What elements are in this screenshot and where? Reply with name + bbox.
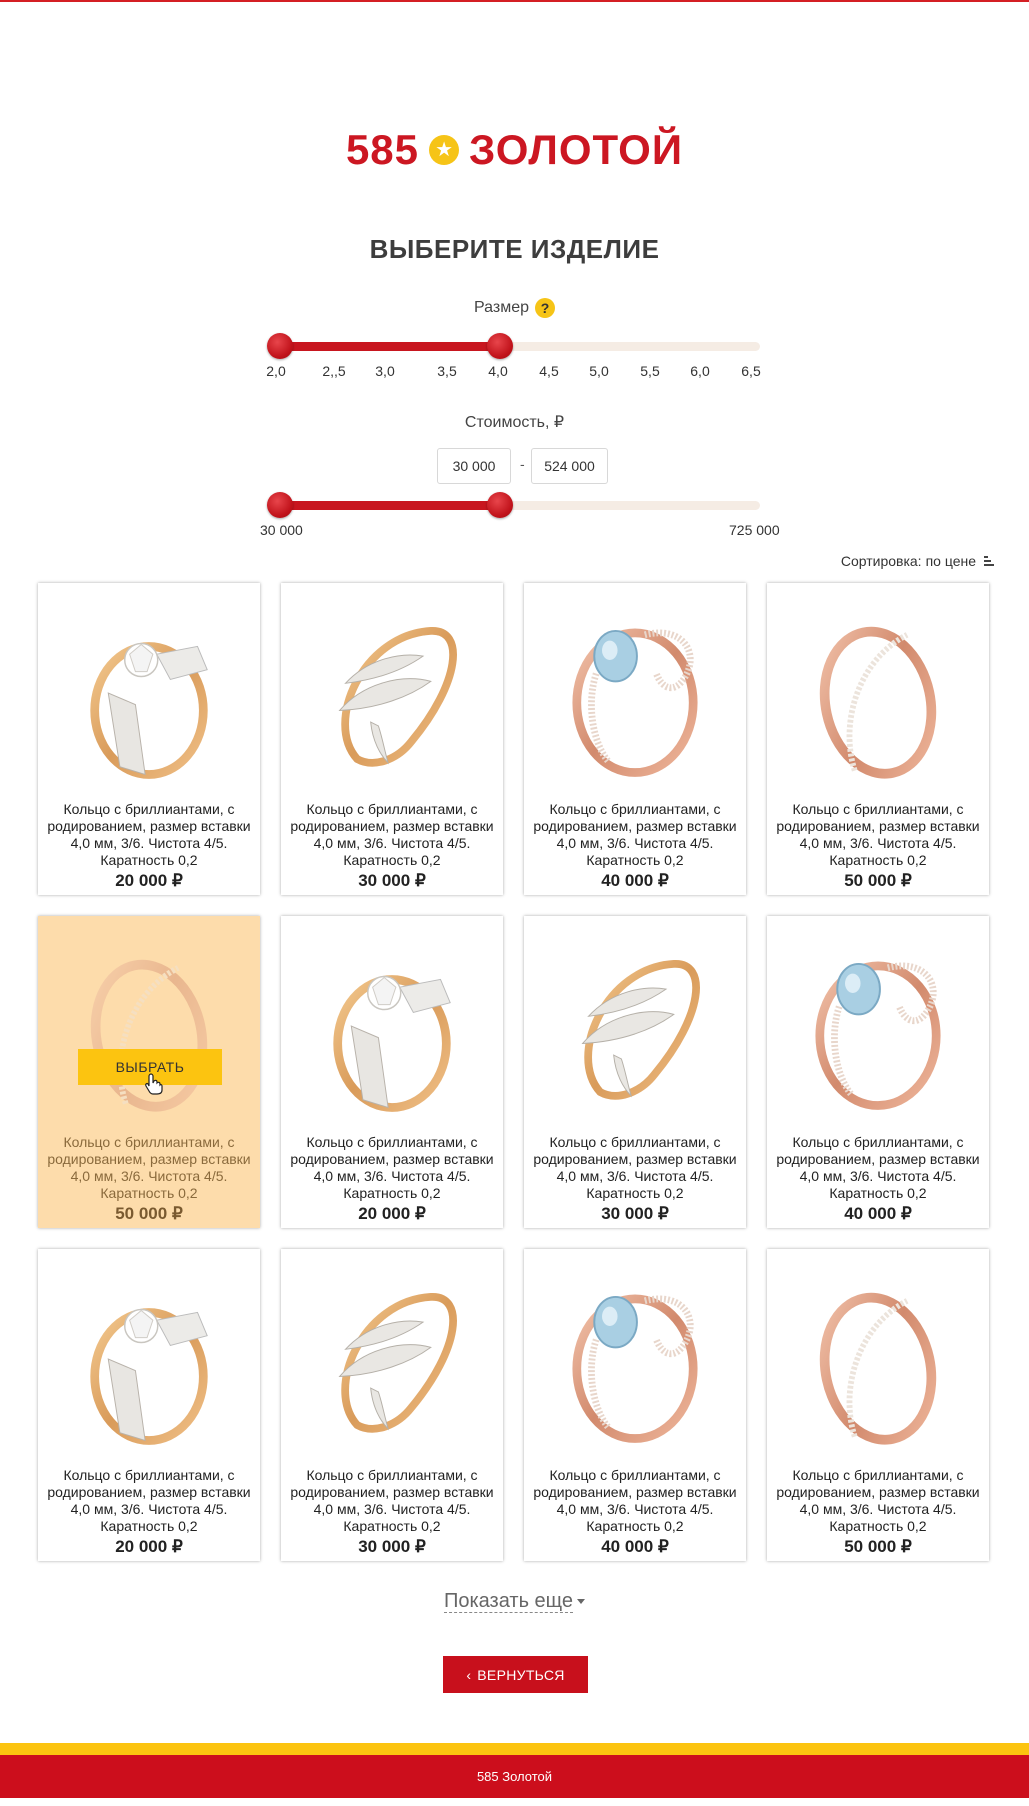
help-icon[interactable]: ? — [535, 298, 555, 318]
ring-image[interactable] — [781, 928, 975, 1124]
ring-image[interactable] — [538, 1261, 732, 1457]
product-price: 30 000 ₽ — [601, 1204, 669, 1223]
hand-cursor-icon — [145, 1073, 163, 1095]
product-card[interactable]: Кольцо с бриллиантами, с родированием, р… — [767, 583, 989, 895]
size-tick: 2,,5 — [322, 363, 346, 379]
ring-image[interactable] — [52, 1261, 246, 1457]
ring-image[interactable] — [52, 595, 246, 791]
ring-image[interactable] — [538, 928, 732, 1124]
size-slider-range — [276, 342, 501, 351]
ring-image[interactable] — [781, 1261, 975, 1457]
product-card[interactable]: Кольцо с бриллиантами, с родированием, р… — [524, 916, 746, 1228]
chevron-left-icon: ‹ — [466, 1666, 472, 1683]
product-description: Кольцо с бриллиантами, с родированием, р… — [533, 1134, 737, 1201]
ring-image[interactable] — [295, 595, 489, 791]
show-more-link[interactable]: Показать еще — [0, 1590, 1029, 1613]
product-price: 40 000 ₽ — [844, 1204, 912, 1223]
top-accent-line — [0, 0, 1029, 2]
product-card[interactable]: Кольцо с бриллиантами, с родированием, р… — [38, 1249, 260, 1561]
product-description: Кольцо с бриллиантами, с родированием, р… — [47, 1467, 251, 1534]
ring-image[interactable] — [295, 1261, 489, 1457]
size-filter-label: Размер? — [0, 298, 1029, 318]
product-price: 20 000 ₽ — [115, 1537, 183, 1556]
size-slider-min-handle[interactable] — [267, 333, 293, 359]
back-button-label: ВЕРНУТЬСЯ — [477, 1666, 565, 1683]
product-description: Кольцо с бриллиантами, с родированием, р… — [776, 1134, 980, 1201]
product-card[interactable]: Кольцо с бриллиантами, с родированием, р… — [524, 583, 746, 895]
ring-image[interactable] — [295, 928, 489, 1124]
product-description: Кольцо с бриллиантами, с родированием, р… — [290, 1467, 494, 1534]
product-price: 20 000 ₽ — [358, 1204, 426, 1223]
size-tick: 4,0 — [488, 363, 508, 379]
page-title: ВЫБЕРИТЕ ИЗДЕЛИЕ — [369, 234, 660, 264]
logo-word: ЗОЛОТОЙ — [469, 126, 684, 173]
product-price: 50 000 ₽ — [844, 1537, 912, 1556]
price-filter-label: Стоимость, ₽ — [464, 414, 565, 431]
product-description: Кольцо с бриллиантами, с родированием, р… — [776, 801, 980, 868]
product-card[interactable]: Кольцо с бриллиантами, с родированием, р… — [281, 1249, 503, 1561]
product-card[interactable]: Кольцо с бриллиантами, с родированием, р… — [38, 583, 260, 895]
product-price: 40 000 ₽ — [601, 1537, 669, 1556]
size-tick: 3,0 — [375, 363, 395, 379]
size-tick: 5,0 — [589, 363, 609, 379]
footer-yellow-stripe — [0, 1743, 1029, 1755]
product-description: Кольцо с бриллиантами, с родированием, р… — [776, 1467, 980, 1534]
product-price: 50 000 ₽ — [844, 871, 912, 890]
product-card[interactable]: Кольцо с бриллиантами, с родированием, р… — [767, 1249, 989, 1561]
ring-image[interactable] — [538, 595, 732, 791]
product-price: 50 000 ₽ — [115, 1204, 183, 1223]
logo-number: 585 — [345, 126, 420, 173]
caret-down-icon — [577, 1599, 586, 1605]
back-button[interactable]: ‹ ВЕРНУТЬСЯ — [443, 1656, 588, 1693]
footer-text: 585 Золотой — [476, 1769, 553, 1784]
sort-control[interactable]: Сортировка: по цене — [841, 553, 994, 569]
sort-value[interactable]: по цене — [926, 553, 976, 569]
product-card[interactable]: Кольцо с бриллиантами, с родированием, р… — [767, 916, 989, 1228]
product-card[interactable]: Кольцо с бриллиантами, с родированием, р… — [281, 583, 503, 895]
product-price: 30 000 ₽ — [358, 1537, 426, 1556]
product-description: Кольцо с бриллиантами, с родированием, р… — [290, 1134, 494, 1201]
price-max-label: 725 000 — [729, 522, 780, 538]
price-to-input[interactable] — [531, 448, 608, 484]
product-card[interactable]: Кольцо с бриллиантами, с родированием, р… — [38, 916, 260, 1228]
show-more-text[interactable]: Показать еще — [443, 1590, 574, 1613]
product-card[interactable]: Кольцо с бриллиантами, с родированием, р… — [281, 916, 503, 1228]
ring-image[interactable] — [781, 595, 975, 791]
size-label-text: Размер — [474, 299, 529, 317]
size-tick: 4,5 — [539, 363, 559, 379]
sort-icon[interactable] — [984, 556, 994, 566]
brand-logo[interactable]: 585 ★ ЗОЛОТОЙ — [0, 126, 1029, 176]
size-tick: 6,5 — [741, 363, 761, 379]
size-tick: 5,5 — [640, 363, 660, 379]
price-slider-max-handle[interactable] — [487, 492, 513, 518]
price-from-input[interactable] — [437, 448, 511, 484]
product-price: 30 000 ₽ — [358, 871, 426, 890]
product-description: Кольцо с бриллиантами, с родированием, р… — [533, 801, 737, 868]
price-slider-range — [276, 501, 501, 510]
size-tick: 6,0 — [690, 363, 710, 379]
size-slider-max-handle[interactable] — [487, 333, 513, 359]
product-description: Кольцо с бриллиантами, с родированием, р… — [533, 1467, 737, 1534]
size-tick: 2,0 — [266, 363, 286, 379]
size-tick: 3,5 — [437, 363, 457, 379]
sort-label: Сортировка: — [840, 553, 922, 569]
price-slider-min-handle[interactable] — [267, 492, 293, 518]
product-description: Кольцо с бриллиантами, с родированием, р… — [290, 801, 494, 868]
price-min-label: 30 000 — [260, 522, 303, 538]
product-card[interactable]: Кольцо с бриллиантами, с родированием, р… — [524, 1249, 746, 1561]
product-description: Кольцо с бриллиантами, с родированием, р… — [47, 801, 251, 868]
footer: 585 Золотой — [0, 1755, 1029, 1798]
product-description: Кольцо с бриллиантами, с родированием, р… — [47, 1134, 251, 1201]
product-price: 40 000 ₽ — [601, 871, 669, 890]
product-price: 20 000 ₽ — [115, 871, 183, 890]
price-range-dash: - — [520, 456, 525, 472]
star-icon: ★ — [429, 135, 460, 165]
